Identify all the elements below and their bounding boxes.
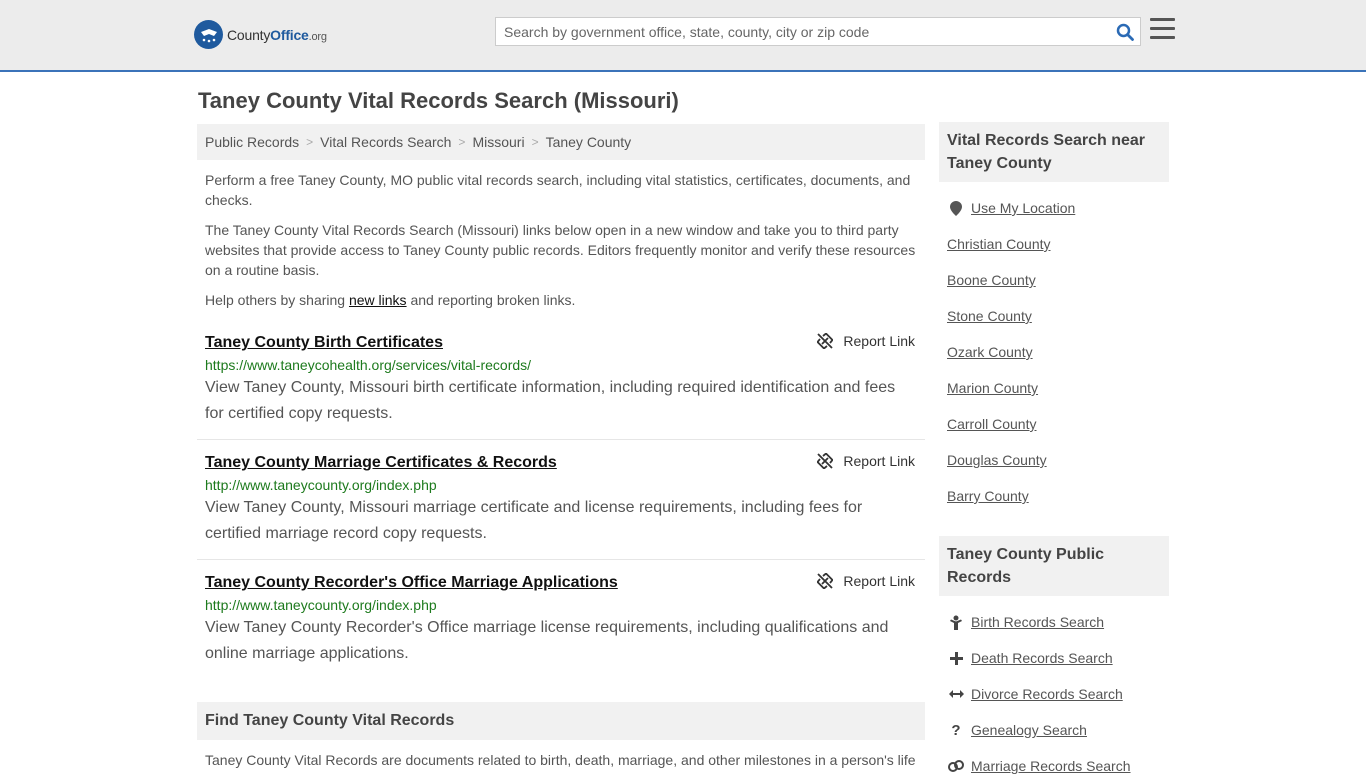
sidebar-nearby-heading: Vital Records Search near Taney County <box>939 122 1169 182</box>
sidebar-nearby: Vital Records Search near Taney County U… <box>939 122 1169 514</box>
question-icon: ? <box>951 721 961 739</box>
new-links-link[interactable]: new links <box>349 292 407 308</box>
report-link-label: Report Link <box>843 573 915 589</box>
nearby-county-item: Douglas County <box>947 442 1169 478</box>
marriage-records-link[interactable]: Marriage Records Search <box>971 758 1131 774</box>
result-url: http://www.taneycounty.org/index.php <box>205 477 437 493</box>
public-record-item: Divorce Records Search <box>947 676 1169 712</box>
logo-text-tld: .org <box>308 30 327 43</box>
top-bar: CountyOffice.org <box>0 0 1366 72</box>
breadcrumb-separator-icon: > <box>306 135 314 149</box>
sidebar-public-records: Taney County Public Records Birth Record… <box>939 536 1169 784</box>
nearby-county-item: Boone County <box>947 262 1169 298</box>
result-item: Taney County Marriage Certificates & Rec… <box>197 440 925 560</box>
site-logo[interactable]: CountyOffice.org <box>194 20 327 49</box>
report-link-button[interactable]: Report Link <box>817 573 915 589</box>
report-link-button[interactable]: Report Link <box>817 453 915 469</box>
main-content: Public Records > Vital Records Search > … <box>197 124 925 679</box>
nearby-county-item: Christian County <box>947 226 1169 262</box>
intro-paragraph-1: Perform a free Taney County, MO public v… <box>205 172 911 208</box>
public-record-item: Birth Records Search <box>947 604 1169 640</box>
broken-link-icon <box>817 573 834 589</box>
rings-icon <box>947 759 965 773</box>
search-button[interactable] <box>1110 18 1140 45</box>
nearby-county-link[interactable]: Boone County <box>947 272 1036 288</box>
report-link-label: Report Link <box>843 333 915 349</box>
sidebar-public-heading: Taney County Public Records <box>939 536 1169 596</box>
nearby-county-link[interactable]: Barry County <box>947 488 1029 504</box>
find-text: Taney County Vital Records are documents… <box>205 752 916 768</box>
breadcrumb-public-records[interactable]: Public Records <box>205 134 299 150</box>
nearby-county-item: Stone County <box>947 298 1169 334</box>
nearby-county-item: Ozark County <box>947 334 1169 370</box>
birth-records-link[interactable]: Birth Records Search <box>971 614 1104 630</box>
nearby-county-link[interactable]: Marion County <box>947 380 1038 396</box>
use-my-location-link[interactable]: Use My Location <box>971 200 1075 216</box>
result-title-link[interactable]: Taney County Recorder's Office Marriage … <box>205 574 618 592</box>
result-item: Taney County Birth Certificates Report L… <box>197 320 925 440</box>
breadcrumb-separator-icon: > <box>458 135 466 149</box>
intro-text: Help others by sharing <box>205 292 349 308</box>
result-description: View Taney County, Missouri marriage cer… <box>205 499 863 542</box>
nearby-county-item: Barry County <box>947 478 1169 514</box>
nearby-county-link[interactable]: Ozark County <box>947 344 1033 360</box>
breadcrumb-taney-county[interactable]: Taney County <box>546 134 632 150</box>
baby-icon <box>947 615 965 630</box>
logo-text-county: County <box>227 26 271 43</box>
search-icon <box>1116 23 1134 41</box>
result-description: View Taney County Recorder's Office marr… <box>205 619 889 662</box>
report-link-button[interactable]: Report Link <box>817 333 915 349</box>
result-url: https://www.taneycohealth.org/services/v… <box>205 357 532 373</box>
breadcrumb: Public Records > Vital Records Search > … <box>197 124 925 160</box>
hamburger-menu-icon[interactable] <box>1150 18 1175 42</box>
cross-icon <box>947 651 965 665</box>
use-location-item: Use My Location <box>947 190 1169 226</box>
result-description: View Taney County, Missouri birth certif… <box>205 379 896 422</box>
public-record-item: ? Genealogy Search <box>947 712 1169 748</box>
nearby-county-item: Marion County <box>947 370 1169 406</box>
nearby-list: Use My Location Christian County Boone C… <box>939 182 1169 514</box>
logo-text: CountyOffice.org <box>227 27 327 43</box>
intro-paragraph-3: Help others by sharing new links and rep… <box>205 290 917 310</box>
breadcrumb-missouri[interactable]: Missouri <box>472 134 524 150</box>
divorce-records-link[interactable]: Divorce Records Search <box>971 686 1123 702</box>
intro-paragraph-2: The Taney County Vital Records Search (M… <box>205 222 916 278</box>
split-arrows-icon <box>947 689 965 699</box>
death-records-link[interactable]: Death Records Search <box>971 650 1113 666</box>
map-pin-icon <box>947 200 965 216</box>
find-heading: Find Taney County Vital Records <box>197 702 925 740</box>
nearby-county-item: Carroll County <box>947 406 1169 442</box>
search-bar <box>495 17 1141 46</box>
page-title: Taney County Vital Records Search (Misso… <box>198 88 679 113</box>
breadcrumb-separator-icon: > <box>531 135 539 149</box>
intro-section: Perform a free Taney County, MO public v… <box>197 160 925 310</box>
logo-text-office: Office <box>270 26 309 43</box>
report-link-label: Report Link <box>843 453 915 469</box>
public-records-list: Birth Records Search Death Records Searc… <box>939 596 1169 784</box>
result-title-link[interactable]: Taney County Birth Certificates <box>205 334 443 352</box>
nearby-county-link[interactable]: Christian County <box>947 236 1051 252</box>
intro-text: and reporting broken links. <box>406 292 576 308</box>
public-record-item: Death Records Search <box>947 640 1169 676</box>
genealogy-search-link[interactable]: Genealogy Search <box>971 722 1087 738</box>
search-input[interactable] <box>496 18 1110 45</box>
nearby-county-link[interactable]: Carroll County <box>947 416 1036 432</box>
logo-seal-icon <box>194 20 223 49</box>
breadcrumb-vital-records[interactable]: Vital Records Search <box>320 134 451 150</box>
nearby-county-link[interactable]: Douglas County <box>947 452 1047 468</box>
result-url: http://www.taneycounty.org/index.php <box>205 597 437 613</box>
result-title-link[interactable]: Taney County Marriage Certificates & Rec… <box>205 454 557 472</box>
broken-link-icon <box>817 453 834 469</box>
broken-link-icon <box>817 333 834 349</box>
result-item: Taney County Recorder's Office Marriage … <box>197 560 925 679</box>
nearby-county-link[interactable]: Stone County <box>947 308 1032 324</box>
public-record-item: Marriage Records Search <box>947 748 1169 784</box>
